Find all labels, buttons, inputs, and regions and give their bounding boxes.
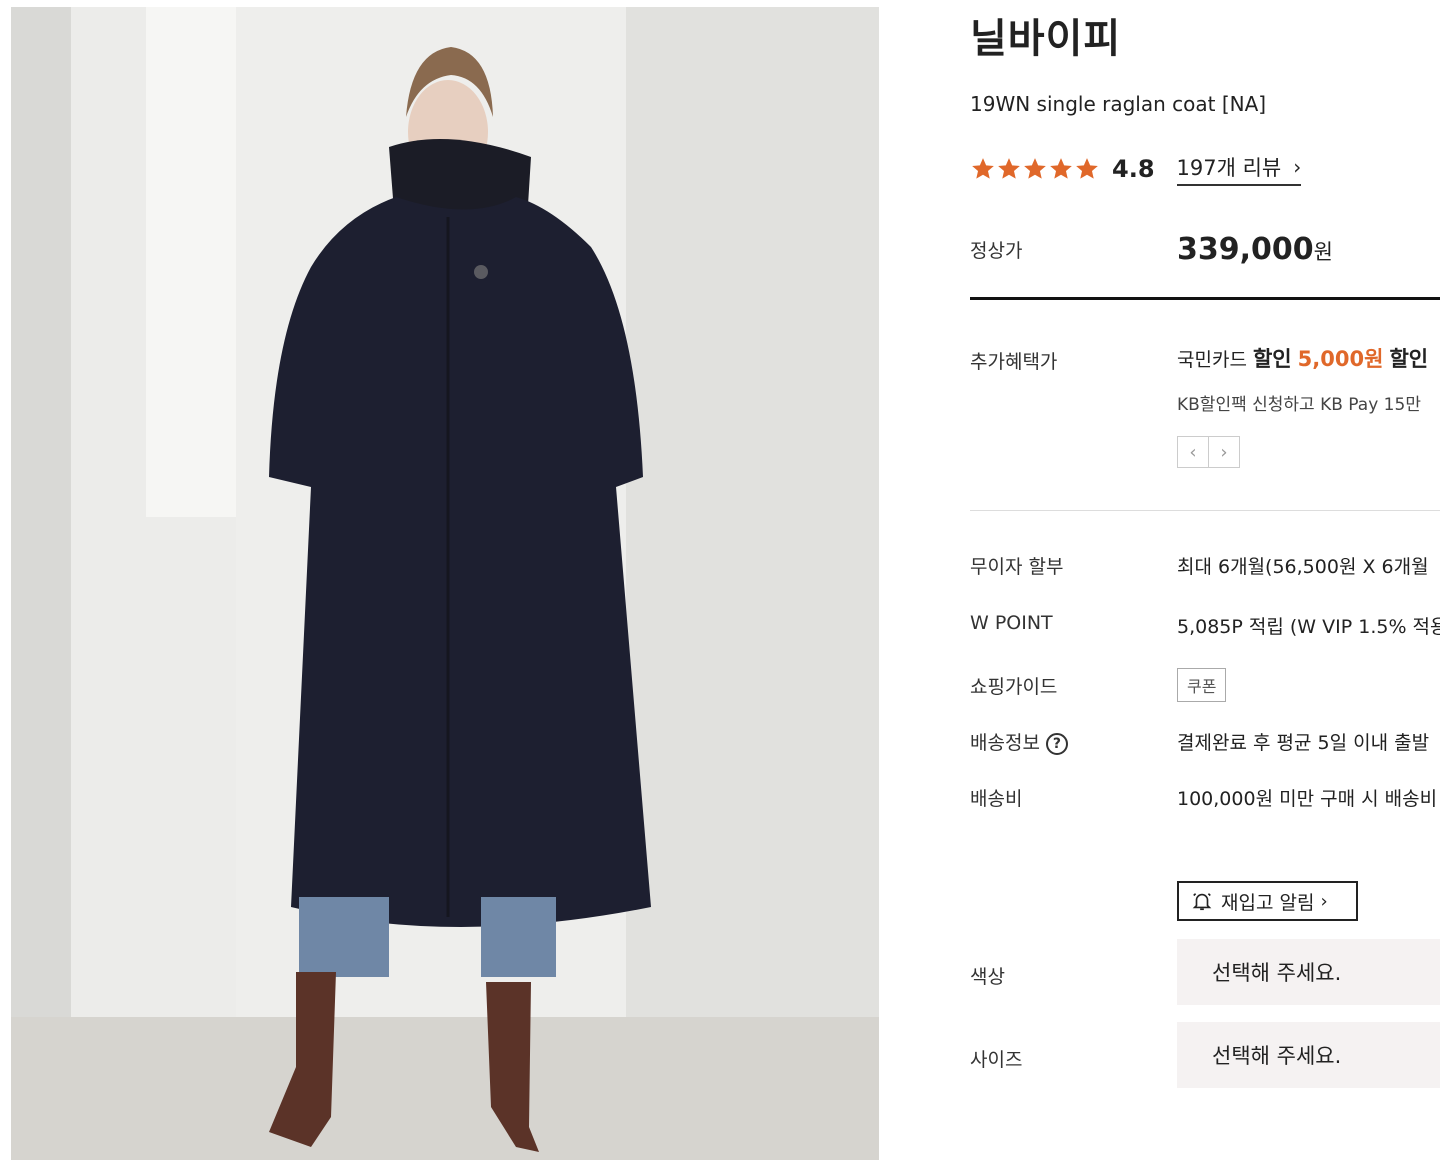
- review-link[interactable]: 197개 리뷰 ›: [1176, 152, 1302, 186]
- chevron-left-icon[interactable]: ‹: [1177, 436, 1209, 468]
- benefit-label: 추가혜택가: [970, 351, 1058, 373]
- delivery-label-row: 배송정보?: [970, 728, 1068, 755]
- price-label: 정상가: [970, 240, 1023, 262]
- price-value: 339,000원: [1177, 232, 1333, 267]
- chevron-right-icon: ›: [1320, 890, 1328, 912]
- star-icon: [972, 158, 994, 179]
- price-amount: 339,000: [1177, 232, 1314, 267]
- rating-score: 4.8: [1112, 155, 1155, 183]
- benefit-discount-word: 할인: [1252, 347, 1292, 371]
- color-label: 색상: [970, 966, 1005, 988]
- help-icon[interactable]: ?: [1045, 732, 1068, 755]
- price-unit: 원: [1313, 240, 1333, 264]
- installment-label: 무이자 할부: [970, 556, 1064, 578]
- shipping-fee-label: 배송비: [970, 788, 1023, 810]
- chevron-right-icon: ›: [1293, 155, 1302, 179]
- bell-icon: [1192, 893, 1212, 911]
- star-icon: [998, 158, 1020, 179]
- benefit-discount-word-2: 할인: [1389, 347, 1429, 371]
- benefit-card: 국민카드: [1177, 349, 1247, 371]
- brand-name[interactable]: 닐바이피: [970, 6, 1121, 64]
- restock-alert-label: 재입고 알림: [1221, 891, 1315, 914]
- star-icon: [1050, 158, 1072, 179]
- chevron-right-icon[interactable]: ›: [1209, 436, 1240, 468]
- rating-row: 4.8 197개 리뷰 ›: [970, 152, 1302, 186]
- product-info-panel: 닐바이피 19WN single raglan coat [NA] 4.8 19…: [970, 0, 1440, 1160]
- shipping-fee-value: 100,000원 미만 구매 시 배송비: [1177, 788, 1438, 810]
- point-value: 5,085P 적립 (W VIP 1.5% 적용: [1177, 616, 1440, 638]
- coupon-button[interactable]: 쿠폰: [1177, 668, 1227, 702]
- color-select[interactable]: 선택해 주세요.: [1177, 939, 1440, 1005]
- benefit-card-discount: 국민카드 할인 5,000원 할인: [1177, 343, 1428, 373]
- product-name: 19WN single raglan coat [NA]: [970, 92, 1267, 116]
- delivery-label: 배송정보: [970, 732, 1040, 754]
- rating-stars: [970, 156, 1100, 182]
- benefit-sub-text: KB할인팩 신청하고 KB Pay 15만: [1177, 395, 1421, 415]
- installment-value: 최대 6개월(56,500원 X 6개월: [1177, 556, 1429, 578]
- benefit-amount: 5,000원: [1297, 347, 1384, 371]
- star-icon: [1024, 158, 1046, 179]
- point-label: W POINT: [970, 612, 1053, 634]
- product-photo: [11, 7, 879, 1160]
- size-select[interactable]: 선택해 주세요.: [1177, 1022, 1440, 1088]
- review-link-label: 197개 리뷰: [1176, 156, 1282, 180]
- shopping-guide-label: 쇼핑가이드: [970, 676, 1058, 698]
- divider: [970, 510, 1440, 511]
- star-icon: [1076, 158, 1098, 179]
- benefit-pager: ‹ ›: [1177, 436, 1240, 468]
- divider: [970, 297, 1440, 300]
- size-label: 사이즈: [970, 1049, 1023, 1071]
- restock-alert-button[interactable]: 재입고 알림 ›: [1177, 881, 1358, 921]
- delivery-value: 결제완료 후 평균 5일 이내 출발: [1177, 732, 1430, 754]
